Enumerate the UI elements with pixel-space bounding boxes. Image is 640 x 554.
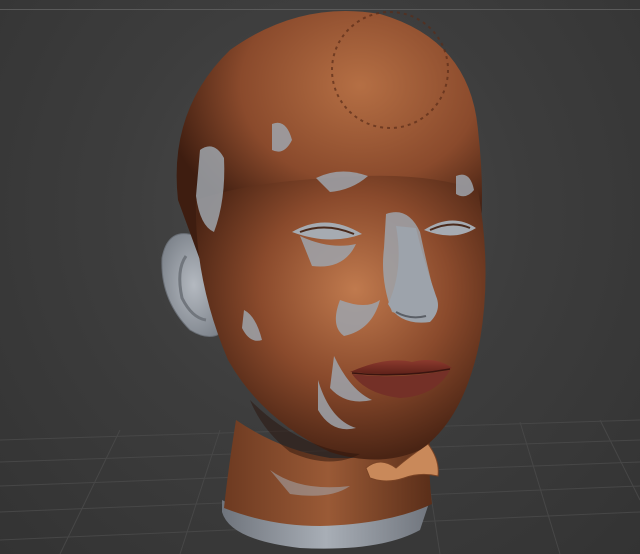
- viewport-canvas[interactable]: [0, 0, 640, 554]
- 3d-viewport[interactable]: [0, 0, 640, 554]
